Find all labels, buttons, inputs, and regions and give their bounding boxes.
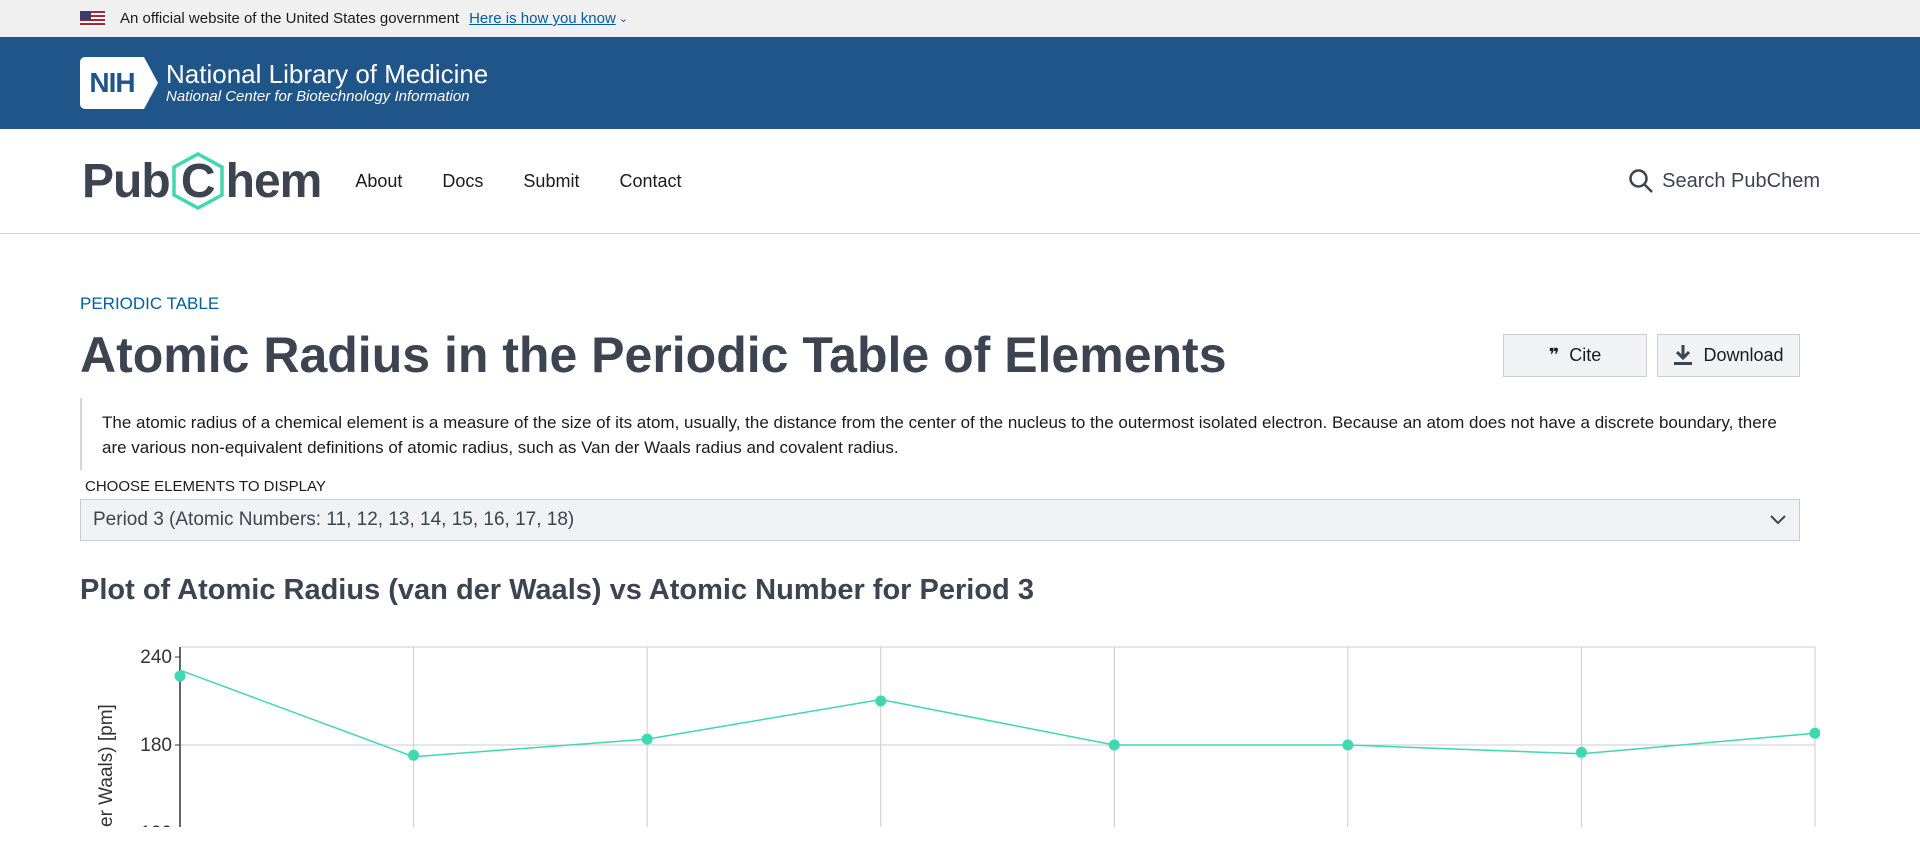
pubchem-logo-mid: C (180, 154, 216, 208)
data-point (408, 749, 420, 761)
cite-button[interactable]: ❞ Cite (1503, 333, 1647, 377)
choose-elements-label: CHOOSE ELEMENTS TO DISPLAY (85, 478, 326, 495)
search-label: Search PubChem (1662, 169, 1820, 192)
data-point (174, 670, 186, 682)
data-point (1108, 739, 1120, 751)
plot-title: Plot of Atomic Radius (van der Waals) vs… (80, 574, 1034, 606)
pubchem-logo-right: hem (225, 154, 323, 208)
nlm-subtitle: National Center for Biotechnology Inform… (166, 88, 470, 105)
nav-docs[interactable]: Docs (442, 171, 483, 192)
quote-icon: ❞ (1548, 344, 1560, 365)
pubchem-header: Pub C hem About Docs Submit Contact Sear… (0, 129, 1920, 234)
y-axis-label: er Waals) [pm] (96, 704, 117, 827)
download-icon (1674, 345, 1693, 365)
nlm-header: NIH National Library of Medicine Nationa… (0, 37, 1920, 129)
cite-label: Cite (1569, 344, 1602, 365)
y-tick-label: 180 (140, 735, 172, 756)
data-point (1575, 746, 1587, 758)
us-flag-icon (80, 10, 105, 27)
description: The atomic radius of a chemical element … (80, 398, 1800, 470)
elements-select[interactable]: Period 3 (Atomic Numbers: 11, 12, 13, 14… (80, 499, 1800, 541)
nih-logo-arrow (144, 57, 158, 109)
page-title: Atomic Radius in the Periodic Table of E… (80, 327, 1227, 383)
data-point (1342, 739, 1354, 751)
chevron-down-icon (1770, 515, 1786, 525)
elements-select-value: Period 3 (Atomic Numbers: 11, 12, 13, 14… (93, 509, 575, 530)
pubchem-logo[interactable]: Pub C hem (82, 152, 323, 210)
hexagon-icon: C (171, 152, 224, 210)
y-tick-label: 240 (140, 647, 172, 668)
gov-banner-text: An official website of the United States… (120, 10, 460, 27)
main-content: PERIODIC TABLE Atomic Radius in the Peri… (0, 294, 1900, 844)
breadcrumb-periodic-table[interactable]: PERIODIC TABLE (80, 294, 1800, 314)
nih-logo-text: NIH (80, 57, 144, 109)
search-pubchem-button[interactable]: Search PubChem (1628, 168, 1820, 194)
nih-logo[interactable]: NIH (80, 57, 158, 109)
data-point (1809, 727, 1821, 739)
data-point (641, 733, 653, 745)
series-line (179, 669, 1816, 758)
data-point (875, 695, 887, 707)
y-tick-label: 120 (140, 823, 172, 827)
nav-submit[interactable]: Submit (523, 171, 579, 192)
atomic-radius-chart[interactable]: er Waals) [pm] 240 180 120 (80, 627, 1821, 844)
download-label: Download (1703, 344, 1784, 365)
download-button[interactable]: Download (1657, 333, 1800, 377)
chevron-down-icon[interactable]: ⌄ (619, 12, 628, 25)
here-is-how-you-know-link[interactable]: Here is how you know (469, 10, 616, 27)
title-row: Atomic Radius in the Periodic Table of E… (80, 326, 1800, 384)
main-nav: About Docs Submit Contact (355, 171, 721, 192)
nav-about[interactable]: About (355, 171, 402, 192)
nav-contact[interactable]: Contact (619, 171, 681, 192)
nlm-title: National Library of Medicine (166, 59, 489, 89)
search-icon (1629, 169, 1654, 193)
nlm-text[interactable]: National Library of Medicine National Ce… (166, 60, 488, 106)
pubchem-logo-left: Pub (82, 154, 171, 208)
gov-banner: An official website of the United States… (0, 0, 1920, 37)
